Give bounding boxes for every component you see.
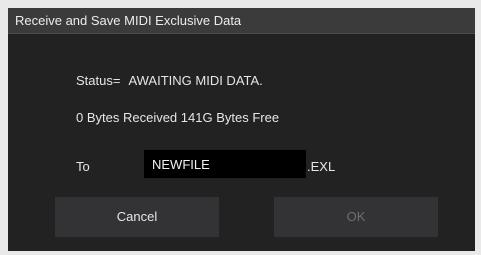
- status-row: Status= AWAITING MIDI DATA.: [76, 73, 263, 88]
- filename-value: NEWFILE: [152, 157, 210, 172]
- status-label: Status=: [76, 73, 121, 88]
- status-value: AWAITING MIDI DATA.: [128, 73, 263, 88]
- dialog-title: Receive and Save MIDI Exclusive Data: [15, 13, 242, 28]
- cancel-button-label: Cancel: [116, 209, 158, 224]
- to-label: To: [76, 159, 90, 174]
- filename-field[interactable]: NEWFILE: [144, 150, 306, 178]
- ok-button-label: OK: [346, 209, 366, 224]
- ok-button[interactable]: OK: [274, 197, 438, 237]
- file-extension: .EXL: [307, 159, 336, 174]
- bytes-info: 0 Bytes Received 141G Bytes Free: [76, 110, 280, 125]
- receive-midi-dialog: Receive and Save MIDI Exclusive Data Sta…: [8, 8, 475, 251]
- dialog-titlebar: Receive and Save MIDI Exclusive Data: [8, 8, 475, 34]
- cancel-button[interactable]: Cancel: [55, 197, 219, 237]
